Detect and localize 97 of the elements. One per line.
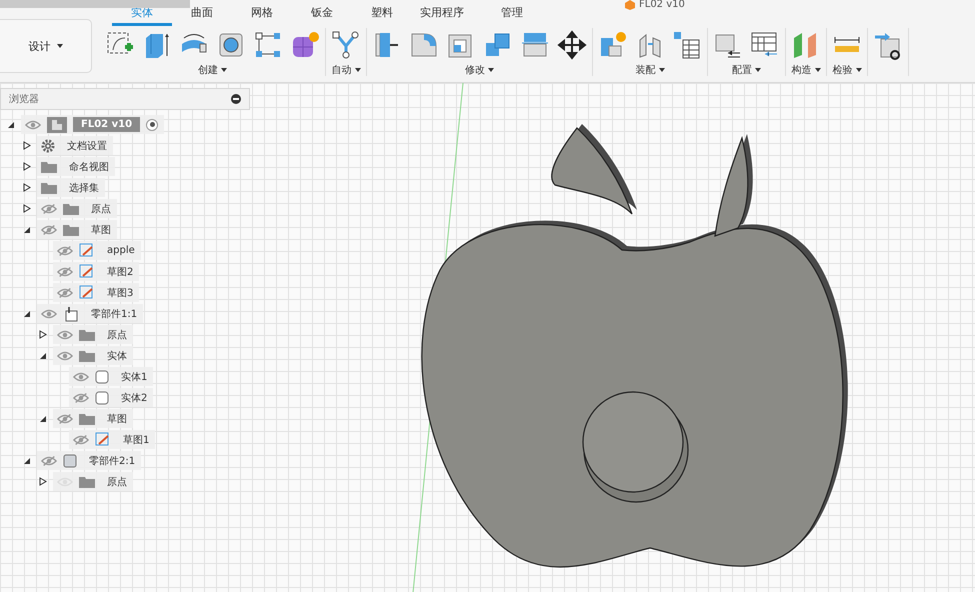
collapse-icon[interactable] bbox=[231, 94, 241, 104]
body-icon bbox=[95, 390, 109, 404]
browser-item[interactable]: 草图3 bbox=[53, 283, 140, 302]
item-label: 零部件2:1 bbox=[88, 454, 136, 468]
item-label: apple bbox=[106, 245, 135, 256]
item-label: 实体2 bbox=[120, 392, 148, 404]
collapsed-triangle-icon[interactable] bbox=[23, 162, 31, 171]
browser-item[interactable]: 草图 bbox=[37, 220, 117, 239]
item-label: 命名视图 bbox=[68, 160, 109, 174]
tool-group-dropdown[interactable]: 自动 bbox=[332, 63, 360, 77]
caret-icon bbox=[221, 68, 227, 72]
ribbon-tab[interactable]: 钣金 bbox=[292, 0, 352, 26]
pattern-icon[interactable] bbox=[253, 30, 283, 60]
tool-group-dropdown[interactable]: 装配 bbox=[636, 63, 664, 77]
collapsed-triangle-icon[interactable] bbox=[23, 204, 31, 213]
expanded-triangle-icon[interactable] bbox=[23, 309, 31, 318]
item-label: 草图2 bbox=[106, 266, 134, 278]
browser-item[interactable]: 原点 bbox=[53, 472, 133, 491]
item-label: 原点 bbox=[90, 202, 111, 216]
collapsed-triangle-icon[interactable] bbox=[39, 330, 47, 339]
item-label: 零部件1:1 bbox=[90, 308, 138, 320]
browser-item[interactable]: 草图1 bbox=[69, 430, 156, 449]
tool-group-dropdown[interactable]: 配置 bbox=[732, 63, 761, 77]
app-logo-icon bbox=[625, 0, 635, 10]
ribbon-tab[interactable]: 塑料 bbox=[352, 0, 412, 26]
sketch-icon bbox=[79, 284, 95, 300]
folder-icon bbox=[79, 350, 95, 362]
folder-icon bbox=[41, 182, 57, 194]
browser-item[interactable]: 文档设置 bbox=[37, 136, 113, 155]
sketch-icon bbox=[95, 432, 111, 448]
table-icon[interactable] bbox=[672, 30, 702, 60]
item-label: 草图 bbox=[106, 412, 127, 426]
caret-icon bbox=[755, 68, 761, 72]
expanded-triangle-icon[interactable] bbox=[7, 120, 15, 129]
ribbon-tab[interactable]: 曲面 bbox=[172, 0, 232, 26]
item-label: 草图 bbox=[90, 224, 111, 236]
collapsed-triangle-icon[interactable] bbox=[23, 141, 31, 150]
browser-item[interactable]: 草图 bbox=[53, 409, 133, 428]
collapsed-triangle-icon[interactable] bbox=[23, 183, 31, 192]
browser-item[interactable]: 原点 bbox=[53, 325, 133, 344]
cube-icon bbox=[63, 454, 77, 468]
fork-node-icon[interactable] bbox=[331, 30, 361, 60]
collapsed-triangle-icon[interactable] bbox=[39, 477, 47, 486]
browser-item[interactable]: 实体2 bbox=[69, 388, 154, 407]
document-icon bbox=[47, 116, 67, 132]
expanded-triangle-icon[interactable] bbox=[39, 414, 47, 423]
ribbon-tab[interactable]: 网格 bbox=[232, 0, 292, 26]
expanded-triangle-icon[interactable] bbox=[39, 351, 47, 360]
browser-item[interactable]: 命名视图 bbox=[37, 157, 115, 176]
component-icon bbox=[63, 306, 79, 322]
folder-icon bbox=[79, 328, 95, 340]
folder-icon bbox=[63, 202, 79, 214]
item-label: 草图1 bbox=[122, 434, 150, 446]
folder-icon bbox=[41, 160, 57, 172]
move-icon[interactable] bbox=[557, 30, 587, 60]
browser-item[interactable]: 零部件2:1 bbox=[37, 451, 142, 470]
gear-icon bbox=[41, 138, 55, 152]
item-label: 实体1 bbox=[120, 370, 148, 384]
item-label: 实体 bbox=[106, 350, 127, 362]
caret-icon bbox=[658, 68, 664, 72]
browser-item[interactable]: apple bbox=[53, 241, 141, 260]
caret-icon bbox=[814, 68, 820, 72]
active-radio[interactable] bbox=[146, 118, 158, 130]
expanded-triangle-icon[interactable] bbox=[23, 225, 31, 234]
ribbon-tab[interactable]: 实用程序 bbox=[412, 0, 472, 26]
browser-item[interactable]: 零部件1:1 bbox=[37, 304, 144, 323]
browser-item[interactable]: 实体 bbox=[53, 346, 133, 365]
item-label: 原点 bbox=[106, 328, 127, 342]
folder-icon bbox=[79, 476, 95, 488]
caret-icon bbox=[488, 68, 494, 72]
browser-item[interactable]: 选择集 bbox=[37, 178, 105, 197]
caret-icon bbox=[56, 44, 62, 48]
item-label: 文档设置 bbox=[66, 140, 107, 152]
folder-icon bbox=[79, 412, 95, 424]
expanded-triangle-icon[interactable] bbox=[23, 456, 31, 465]
caret-icon bbox=[354, 68, 360, 72]
item-label: FL02 v10 bbox=[73, 117, 140, 132]
browser-item[interactable]: 实体1 bbox=[69, 367, 154, 386]
tool-group-dropdown[interactable]: 检验 bbox=[832, 63, 862, 77]
item-label: 草图3 bbox=[106, 286, 134, 300]
sketch-icon bbox=[79, 264, 95, 280]
tool-group-dropdown[interactable]: 创建 bbox=[198, 63, 227, 77]
workspace-button[interactable]: 设计 bbox=[0, 19, 92, 73]
ribbon-tab[interactable]: 管理 bbox=[482, 0, 542, 26]
panel-title: 浏览器 bbox=[9, 92, 39, 106]
tool-group-dropdown[interactable]: 修改 bbox=[465, 63, 494, 77]
caret-icon bbox=[856, 68, 862, 72]
tool-group-dropdown[interactable]: 构造 bbox=[792, 63, 820, 77]
item-label: 原点 bbox=[106, 476, 127, 488]
insert-link-icon[interactable] bbox=[873, 31, 903, 61]
form-cube-icon[interactable] bbox=[290, 30, 320, 60]
body-icon bbox=[95, 370, 109, 384]
sketch-icon bbox=[79, 242, 95, 258]
folder-icon bbox=[63, 224, 79, 236]
browser-item[interactable]: 原点 bbox=[37, 199, 117, 218]
browser-item[interactable]: 草图2 bbox=[53, 262, 140, 281]
item-label: 选择集 bbox=[68, 182, 99, 194]
